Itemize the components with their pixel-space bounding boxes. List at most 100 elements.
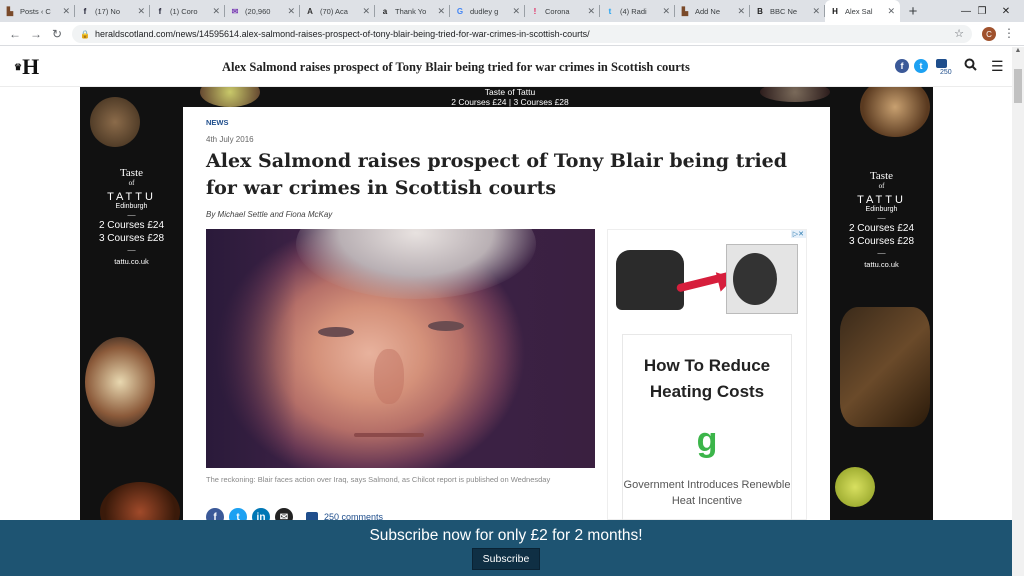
ad-top-banner[interactable]: Taste of Tattu 2 Courses £24 | 3 Courses… (440, 87, 580, 107)
ad-url: tattu.co.uk (864, 260, 899, 269)
facebook-icon[interactable]: f (895, 59, 909, 73)
ad-content-box[interactable]: How To Reduce Heating Costs g Government… (622, 334, 792, 520)
eye-shape (318, 327, 354, 337)
email-share-icon[interactable]: ✉ (275, 508, 293, 520)
browser-tab[interactable]: t (4) Radi ✕ (600, 0, 675, 22)
tab-close-icon[interactable]: ✕ (662, 6, 670, 17)
ad-top-banner-line1: Taste of Tattu (484, 87, 536, 97)
reload-button[interactable]: ↻ (48, 25, 66, 43)
lock-icon: 🔒 (80, 29, 90, 39)
ad-taste-text: Taste (869, 170, 894, 182)
share-bar: f t in ✉ 250 comments (206, 508, 383, 520)
tab-favicon-icon: f (83, 6, 87, 16)
tab-close-icon[interactable]: ✕ (437, 6, 445, 17)
tab-close-icon[interactable]: ✕ (137, 6, 145, 17)
scroll-thumb[interactable] (1014, 69, 1022, 103)
browser-tab[interactable]: Gdudley g ✕ (450, 0, 525, 22)
twitter-share-icon[interactable]: t (229, 508, 247, 520)
tab-label: Alex Sal (845, 6, 873, 16)
tab-close-icon[interactable]: ✕ (812, 6, 820, 17)
tab-close-icon[interactable]: ✕ (287, 6, 295, 17)
sidebar-ad[interactable]: ▷✕ How To Reduce Heating Costs g Governm… (607, 229, 807, 520)
browser-tab[interactable]: ▙ Posts ‹ C ✕ (0, 0, 75, 22)
linkedin-share-icon[interactable]: in (252, 508, 270, 520)
oil-tank-image (616, 250, 684, 310)
ad-of-text: of (878, 182, 885, 190)
url-text: heraldscotland.com/news/14595614.alex-sa… (94, 29, 590, 39)
tab-favicon-icon: H (832, 6, 838, 16)
browser-tab[interactable]: H Alex Sal ✕ (825, 0, 900, 22)
tab-label: Add Ne (695, 6, 721, 16)
comment-count-small: 250 (940, 69, 952, 76)
ad-skyscraper-left[interactable]: Taste of TATTU Edinburgh — 2 Courses £24… (80, 87, 183, 520)
tab-favicon-icon: f (158, 6, 162, 16)
browser-tab[interactable]: f (1) Coro ✕ (150, 0, 225, 22)
search-icon[interactable] (964, 58, 977, 74)
tab-close-icon[interactable]: ✕ (62, 6, 70, 17)
browser-tab[interactable]: ▙ Add Ne ✕ (675, 0, 750, 22)
tab-close-icon[interactable]: ✕ (212, 6, 220, 17)
food-plate-image (200, 87, 260, 107)
comments-link[interactable]: 250 comments (306, 512, 383, 520)
browser-tab[interactable]: ! Corona ✕ (525, 0, 600, 22)
heat-pump-image (726, 244, 798, 314)
bookmark-star-icon[interactable]: ☆ (954, 27, 964, 40)
herald-logo[interactable]: ♛H (14, 56, 39, 78)
browser-tab[interactable]: a Thank Yo ✕ (375, 0, 450, 22)
tab-label: (20,960 (245, 6, 271, 16)
comment-bubble-icon (306, 512, 318, 520)
address-bar[interactable]: 🔒 heraldscotland.com/news/14595614.alex-… (72, 25, 972, 43)
tab-label: (1) Coro (170, 6, 198, 16)
page-scrollbar[interactable]: ▲ (1012, 47, 1024, 576)
close-window-button[interactable]: ✕ (988, 0, 1024, 22)
tab-favicon-icon: G (456, 6, 464, 16)
adchoices-icon[interactable]: ▷✕ (790, 230, 806, 238)
tab-close-icon[interactable]: ✕ (362, 6, 370, 17)
article-byline: By Michael Settle and Fiona McKay (206, 210, 333, 219)
ad-price-1: 2 Courses £24 (848, 223, 915, 234)
scroll-up-icon[interactable]: ▲ (1012, 47, 1024, 59)
header-share-icons: f t 250 (895, 59, 952, 76)
browser-tab[interactable]: A (70) Aca ✕ (300, 0, 375, 22)
browser-toolbar: ← → ↻ 🔒 heraldscotland.com/news/14595614… (0, 22, 1024, 46)
tab-favicon-icon: ▙ (681, 6, 689, 16)
food-plate-image (760, 87, 830, 102)
forward-button[interactable]: → (27, 25, 45, 43)
article-headline: Alex Salmond raises prospect of Tony Bla… (206, 150, 788, 199)
browser-menu-icon[interactable]: ⋮ (1003, 26, 1015, 40)
ad-city-text: Edinburgh (115, 203, 148, 210)
ad-price-1: 2 Courses £24 (98, 220, 165, 231)
ad-dash: — (127, 210, 136, 219)
back-button[interactable]: ← (6, 25, 24, 43)
section-label[interactable]: NEWS (206, 118, 229, 127)
tab-favicon-icon: B (757, 6, 763, 16)
browser-tab[interactable]: B BBC Ne ✕ (750, 0, 825, 22)
profile-avatar[interactable]: C (982, 27, 996, 41)
ad-taste-text: Taste (119, 167, 144, 179)
ad-title: How To Reduce Heating Costs (643, 356, 771, 401)
tab-close-icon[interactable]: ✕ (587, 6, 595, 17)
twitter-icon[interactable]: t (914, 59, 928, 73)
tab-close-icon[interactable]: ✕ (887, 6, 895, 17)
browser-tab[interactable]: ✉ (20,960 ✕ (225, 0, 300, 22)
tab-favicon-icon: ✉ (231, 6, 239, 16)
hero-image (206, 229, 595, 468)
tab-favicon-icon: A (307, 6, 313, 16)
comments-icon[interactable]: 250 (936, 59, 952, 76)
tab-close-icon[interactable]: ✕ (737, 6, 745, 17)
tab-close-icon[interactable]: ✕ (512, 6, 520, 17)
eye-shape (428, 321, 464, 331)
hamburger-menu-icon[interactable]: ☰ (991, 58, 1004, 75)
ad-subtitle: Government Introduces Renewble Heat Ince… (623, 479, 791, 507)
tab-favicon-icon: ▙ (6, 6, 14, 16)
browser-tab[interactable]: f (17) No ✕ (75, 0, 150, 22)
ad-skyscraper-right[interactable]: Taste of TATTU Edinburgh — 2 Courses £24… (830, 87, 933, 520)
comments-count[interactable]: 250 comments (324, 512, 383, 520)
publish-date: 4th July 2016 (206, 135, 254, 144)
tab-favicon-icon: t (608, 6, 612, 16)
subscribe-button[interactable]: Subscribe (471, 548, 541, 570)
ad-brand-text: TATTU (107, 191, 156, 203)
facebook-share-icon[interactable]: f (206, 508, 224, 520)
new-tab-button[interactable]: + (900, 0, 926, 22)
tab-label: Thank Yo (395, 6, 427, 16)
